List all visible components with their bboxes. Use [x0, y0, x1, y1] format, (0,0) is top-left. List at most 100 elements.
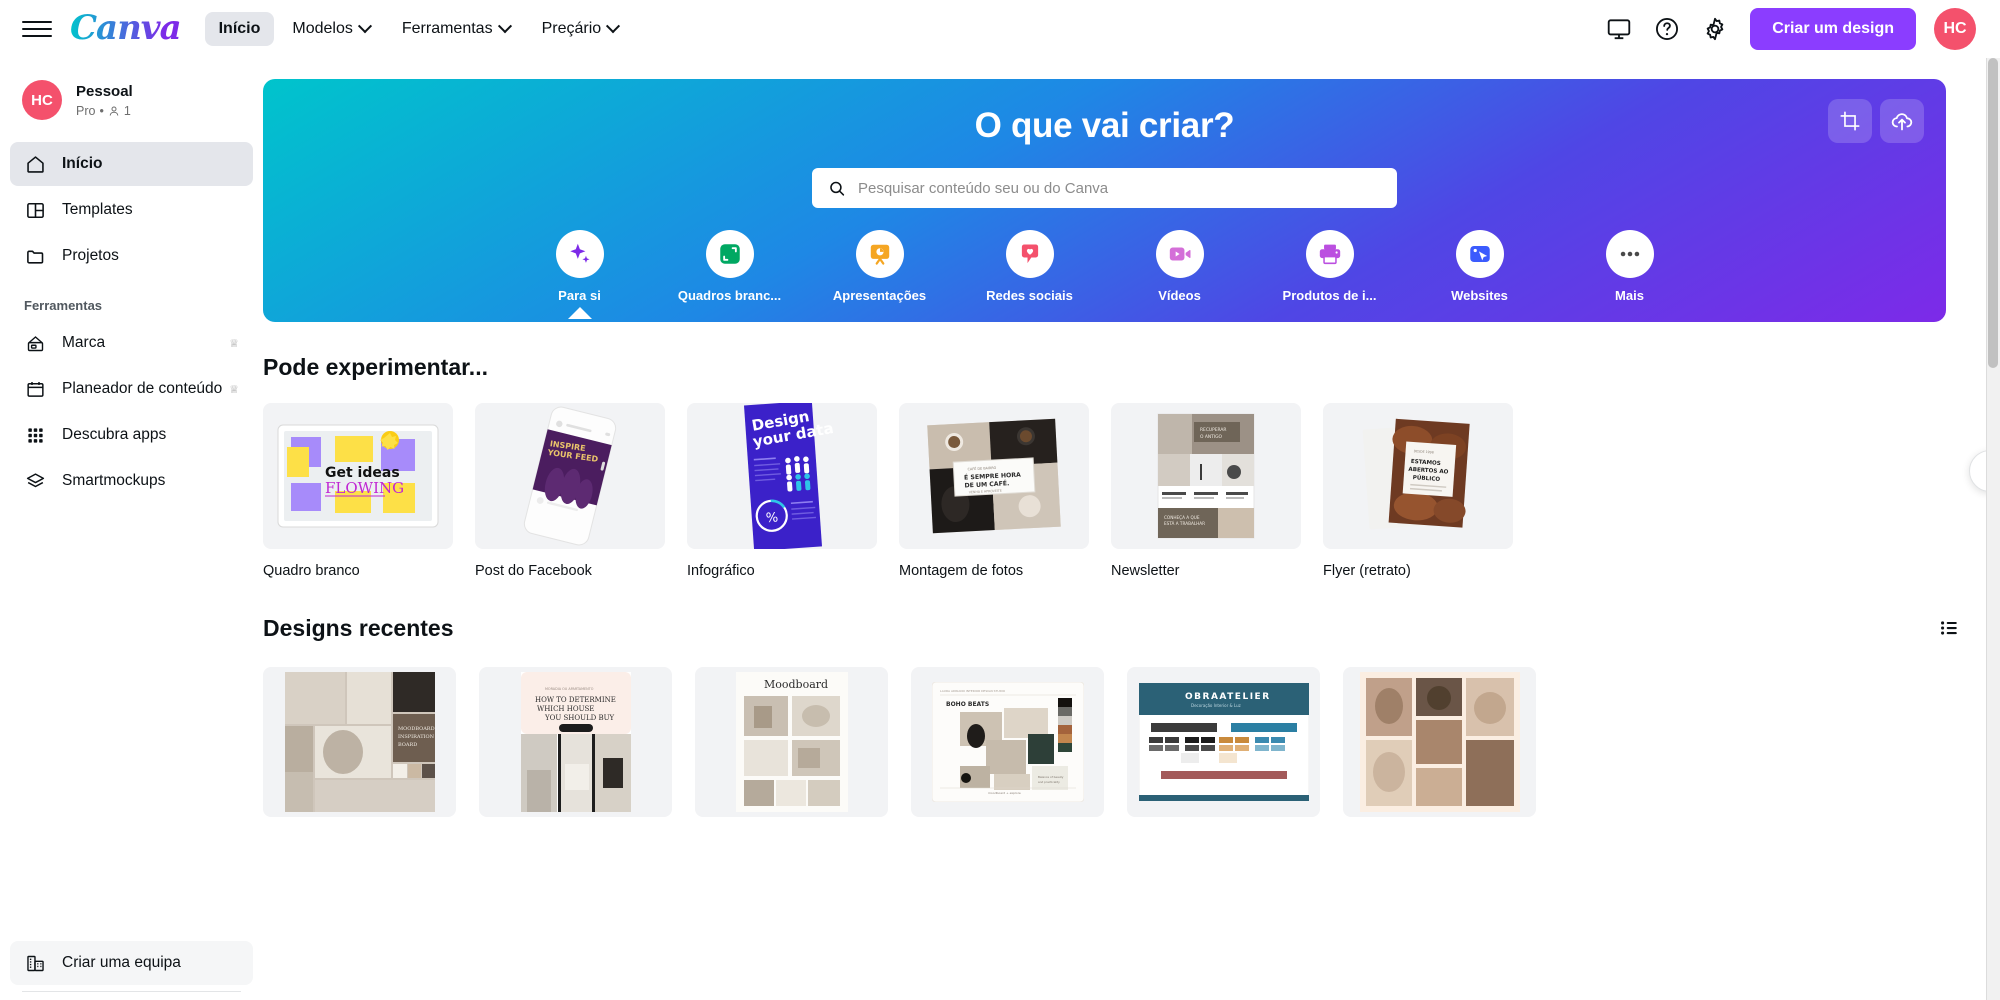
category-videos[interactable]: Vídeos: [1124, 230, 1236, 303]
website-cursor-icon: [1455, 230, 1504, 278]
recent-card-obraatelier-brand[interactable]: OBRAATELIER Decoração Interior & Luz: [1127, 667, 1320, 817]
whiteboard-icon: [705, 230, 754, 278]
gear-icon[interactable]: [1694, 8, 1736, 50]
account-separator: •: [99, 103, 104, 118]
sidebar-item-label: Marca: [62, 334, 106, 351]
sidebar-item-descubra-apps[interactable]: Descubra apps: [10, 413, 253, 457]
try-card-quadro-branco[interactable]: Get ideas FLOWING Quadro branco: [263, 403, 453, 579]
sidebar-section-label: Ferramentas: [24, 298, 103, 313]
svg-text:WHICH HOUSE: WHICH HOUSE: [537, 705, 594, 713]
sparkle-icon: [555, 230, 604, 278]
create-team-label: Criar uma equipa: [62, 954, 181, 971]
category-mais[interactable]: Mais: [1574, 230, 1686, 303]
sidebar-item-label: Planeador de conteúdo: [62, 380, 223, 397]
main-content: O que vai criar? Para si: [263, 58, 1987, 1000]
scrollbar-thumb[interactable]: [1988, 58, 1998, 368]
recent-designs-row: MOODBOARD INSPIRATION BOARD MORADIA OU A…: [263, 667, 1987, 817]
canva-logo[interactable]: Canva: [70, 11, 182, 48]
scrollbar-track-line: [1986, 58, 1987, 1000]
account-name: Pessoal: [76, 82, 133, 100]
svg-text:ESTÁ A TRABALHAR: ESTÁ A TRABALHAR: [1164, 521, 1205, 526]
nav-item-inicio[interactable]: Início: [204, 12, 275, 46]
try-section-title: Pode experimentar...: [263, 354, 488, 380]
sidebar-tools: Marca ♕ Planeador de conteúdo ♕ Descubra…: [0, 321, 263, 503]
search-icon: [830, 181, 845, 196]
recent-card-warm-collage-grid[interactable]: [1343, 667, 1536, 817]
home-icon: [24, 153, 46, 175]
svg-text:Decoração Interior & Luz: Decoração Interior & Luz: [1191, 703, 1241, 708]
sidebar-item-planeador-de-conteudo[interactable]: Planeador de conteúdo ♕: [10, 367, 253, 411]
try-card-infografico[interactable]: Design your data % Infográfico: [687, 403, 877, 579]
sidebar-bottom: Criar uma equipa: [0, 941, 263, 1000]
category-produtos-de-impressao[interactable]: Produtos de i...: [1274, 230, 1386, 303]
category-para-si[interactable]: Para si: [524, 230, 636, 303]
sidebar-item-inicio[interactable]: Início: [10, 142, 253, 186]
sidebar-item-projetos[interactable]: Projetos: [10, 234, 253, 278]
svg-text:OBRAATELIER: OBRAATELIER: [1185, 692, 1271, 702]
cloud-upload-icon[interactable]: [1880, 99, 1924, 143]
nav-item-precario[interactable]: Preçário: [528, 12, 633, 46]
card-label: Quadro branco: [263, 563, 360, 579]
hamburger-menu-icon[interactable]: [22, 14, 52, 44]
recent-card-interior-inspiration-board[interactable]: MOODBOARD INSPIRATION BOARD: [263, 667, 456, 817]
user-avatar[interactable]: HC: [1934, 8, 1976, 50]
try-card-flyer-retrato[interactable]: DESDE 1998 ESTAMOS ABERTOS AO PÚBLICO Fl…: [1323, 403, 1513, 579]
folder-icon: [24, 245, 46, 267]
crop-icon[interactable]: [1828, 99, 1872, 143]
sidebar-item-templates[interactable]: Templates: [10, 188, 253, 232]
card-thumbnail: DESDE 1998 ESTAMOS ABERTOS AO PÚBLICO: [1323, 403, 1513, 549]
try-card-newsletter[interactable]: RECUPERAR O ANTIGO CONHEÇA A QUE ESTÁ A …: [1111, 403, 1301, 579]
category-quadros-brancos[interactable]: Quadros branc...: [674, 230, 786, 303]
category-redes-sociais[interactable]: Redes sociais: [974, 230, 1086, 303]
brand-icon: [24, 332, 46, 354]
nav-item-label: Início: [218, 20, 261, 37]
sidebar-item-marca[interactable]: Marca ♕: [10, 321, 253, 365]
nav-item-ferramentas[interactable]: Ferramentas: [388, 12, 524, 46]
monitor-icon[interactable]: [1598, 8, 1640, 50]
heart-pin-icon: [1005, 230, 1054, 278]
recent-card-boho-beats-moodboard[interactable]: LAURA ADRIANO INTERIOR DESIGN STUDIO BOH…: [911, 667, 1104, 817]
category-apresentacoes[interactable]: Apresentações: [824, 230, 936, 303]
nav-item-label: Ferramentas: [401, 20, 493, 37]
crown-icon: ♕: [229, 337, 239, 350]
search-input[interactable]: [857, 179, 1381, 197]
chevron-down-icon: [497, 19, 512, 34]
recent-card-moodboard-interior[interactable]: Moodboard: [695, 667, 888, 817]
try-card-montagem-de-fotos[interactable]: CAFÉ DE BAIRRO É SEMPRE HORA DE UM CAFÉ.…: [899, 403, 1089, 579]
nav-item-modelos[interactable]: Modelos: [278, 12, 383, 46]
hero-search[interactable]: [812, 168, 1397, 208]
calendar-icon: [24, 378, 46, 400]
sidebar-divider: [22, 991, 241, 992]
person-icon: [109, 106, 119, 116]
sidebar-item-smartmockups[interactable]: Smartmockups: [10, 459, 253, 503]
svg-text:and practicality: and practicality: [1038, 780, 1060, 784]
svg-text:%: %: [765, 510, 778, 526]
carousel-next-button[interactable]: [1969, 450, 1987, 492]
svg-text:Balance of beauty: Balance of beauty: [1038, 775, 1064, 779]
card-thumbnail: CAFÉ DE BAIRRO É SEMPRE HORA DE UM CAFÉ.…: [899, 403, 1089, 549]
recent-card-how-to-determine-house[interactable]: MORADIA OU APARTAMENTO HOW TO DETERMINE …: [479, 667, 672, 817]
help-icon[interactable]: [1646, 8, 1688, 50]
svg-text:INSPIRATION: INSPIRATION: [398, 734, 435, 740]
account-switcher[interactable]: HC Pessoal Pro • 1: [0, 58, 263, 134]
create-team-button[interactable]: Criar uma equipa: [10, 941, 253, 985]
header-actions: Criar um design HC: [1598, 8, 2000, 50]
sidebar-item-label: Descubra apps: [62, 426, 167, 443]
top-header: Canva Início Modelos Ferramentas Preçári…: [0, 0, 2000, 58]
category-label: Vídeos: [1158, 288, 1201, 303]
list-view-icon[interactable]: [1932, 611, 1966, 645]
try-section-header: Pode experimentar...: [263, 354, 1966, 381]
video-icon: [1155, 230, 1204, 278]
category-label: Quadros branc...: [677, 288, 782, 303]
card-label: Newsletter: [1111, 563, 1180, 579]
category-websites[interactable]: Websites: [1424, 230, 1536, 303]
try-section-cards: Get ideas FLOWING Quadro branco INSPIRE …: [263, 403, 1987, 579]
page-scrollbar[interactable]: [1986, 58, 2000, 1000]
sidebar: HC Pessoal Pro • 1 Início Templates Proj…: [0, 58, 263, 1000]
try-card-post-do-facebook[interactable]: INSPIRE YOUR FEED Post do Facebook: [475, 403, 665, 579]
sidebar-item-label: Smartmockups: [62, 472, 166, 489]
create-design-button[interactable]: Criar um design: [1750, 8, 1916, 50]
hero-actions: [1828, 99, 1924, 143]
category-label: Para si: [558, 288, 601, 303]
category-label: Websites: [1451, 288, 1508, 303]
